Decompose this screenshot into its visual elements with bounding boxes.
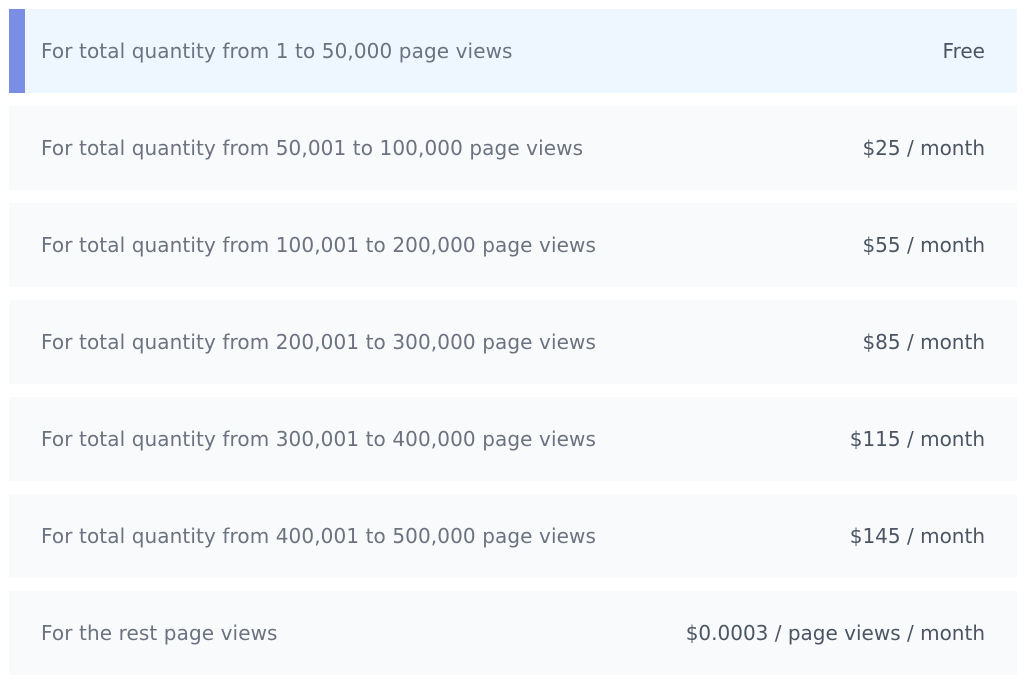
pricing-tier-row-7[interactable]: For the rest page views $0.0003 / page v… bbox=[9, 591, 1017, 675]
pricing-tier-row-2[interactable]: For total quantity from 50,001 to 100,00… bbox=[9, 106, 1017, 190]
active-tier-accent-bar bbox=[9, 9, 25, 93]
tier-price: $115 / month bbox=[849, 427, 985, 451]
pricing-tier-row-1[interactable]: For total quantity from 1 to 50,000 page… bbox=[9, 9, 1017, 93]
tier-description: For total quantity from 1 to 50,000 page… bbox=[41, 39, 513, 63]
pricing-tier-row-3[interactable]: For total quantity from 100,001 to 200,0… bbox=[9, 203, 1017, 287]
tier-price: $55 / month bbox=[862, 233, 985, 257]
tier-description: For total quantity from 50,001 to 100,00… bbox=[41, 136, 584, 160]
tier-description: For total quantity from 100,001 to 200,0… bbox=[41, 233, 596, 257]
tier-description: For total quantity from 300,001 to 400,0… bbox=[41, 427, 596, 451]
tier-price: $145 / month bbox=[849, 524, 985, 548]
pricing-tier-list: For total quantity from 1 to 50,000 page… bbox=[0, 0, 1024, 682]
tier-price: $85 / month bbox=[862, 330, 985, 354]
tier-price: Free bbox=[942, 39, 985, 63]
pricing-tier-row-4[interactable]: For total quantity from 200,001 to 300,0… bbox=[9, 300, 1017, 384]
tier-price: $0.0003 / page views / month bbox=[685, 621, 985, 645]
tier-description: For total quantity from 200,001 to 300,0… bbox=[41, 330, 596, 354]
tier-price: $25 / month bbox=[862, 136, 985, 160]
tier-description: For total quantity from 400,001 to 500,0… bbox=[41, 524, 596, 548]
pricing-tier-row-6[interactable]: For total quantity from 400,001 to 500,0… bbox=[9, 494, 1017, 578]
tier-description: For the rest page views bbox=[41, 621, 278, 645]
pricing-tier-row-5[interactable]: For total quantity from 300,001 to 400,0… bbox=[9, 397, 1017, 481]
